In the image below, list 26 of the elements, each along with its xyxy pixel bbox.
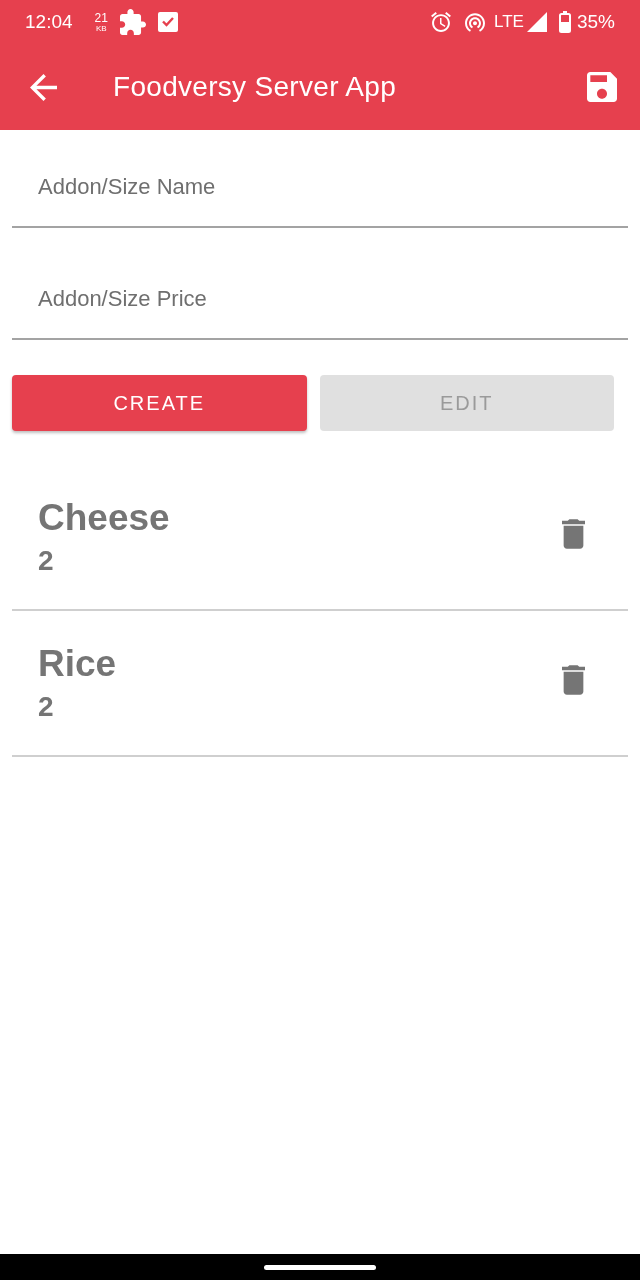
- item-name: Rice: [38, 641, 117, 686]
- signal-icon: [526, 12, 547, 32]
- item-price: 2: [38, 543, 55, 578]
- item-price: 2: [38, 689, 55, 724]
- trash-icon[interactable]: [562, 665, 585, 695]
- input-field[interactable]: Addon/Size Price: [12, 260, 628, 340]
- save-icon[interactable]: [587, 72, 617, 102]
- input-field[interactable]: Addon/Size Name: [12, 148, 628, 228]
- puzzle-icon: [119, 9, 146, 35]
- trash-icon[interactable]: [562, 519, 585, 549]
- data-speed-unit: KB: [95, 24, 107, 33]
- home-indicator[interactable]: [264, 1264, 376, 1270]
- item-name: Cheese: [38, 495, 170, 540]
- create-button[interactable]: CREATE: [12, 375, 307, 431]
- list-item[interactable]: Rice 2: [12, 611, 628, 757]
- battery-icon: [558, 11, 571, 33]
- clock-time: 12:04: [25, 11, 73, 33]
- battery-percent: 35%: [576, 11, 615, 33]
- data-speed-value: 21: [94, 11, 108, 24]
- network-type: LTE: [494, 12, 524, 32]
- checkbox-icon: [157, 12, 178, 32]
- hotspot-icon: [465, 12, 486, 32]
- alarm-clock-icon: [431, 12, 452, 32]
- arrow-left-icon[interactable]: [30, 73, 57, 101]
- list-item[interactable]: Cheese 2: [12, 465, 628, 611]
- app-title: Foodversy Server App: [113, 71, 398, 103]
